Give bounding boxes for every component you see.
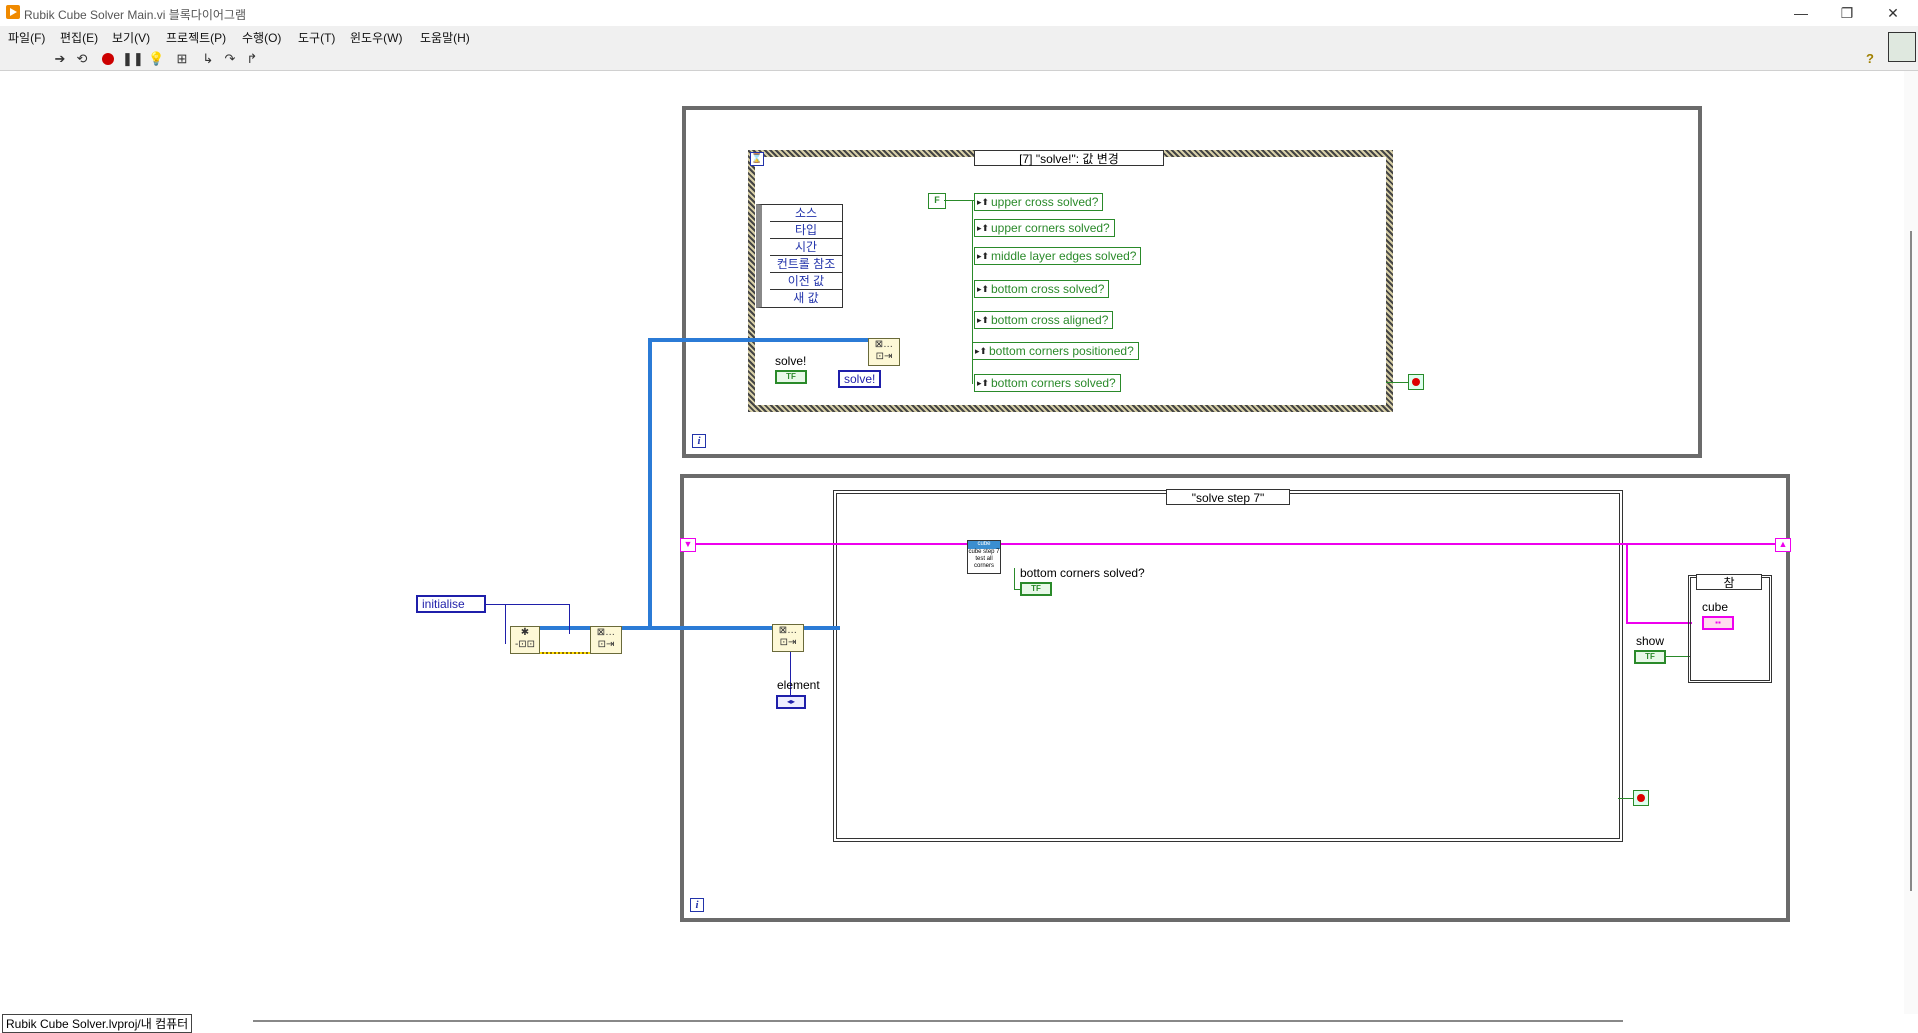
vertical-scrollbar[interactable] xyxy=(1904,71,1918,1016)
close-button[interactable]: ✕ xyxy=(1870,0,1916,26)
show-wire xyxy=(1666,656,1690,657)
event-loop-stop-terminal[interactable] xyxy=(1408,374,1424,390)
property-bottom-corners-solved[interactable]: bottom corners solved? xyxy=(974,374,1121,392)
run-continuously-icon[interactable]: ⟲ xyxy=(74,51,90,67)
event-timeout-icon: ⌛ xyxy=(750,152,764,166)
false-wire xyxy=(944,200,974,201)
show-label: show xyxy=(1636,634,1665,648)
property-upper-corners-solved[interactable]: upper corners solved? xyxy=(974,219,1115,237)
queue-wire-vertical xyxy=(648,338,652,630)
obtain-queue-node[interactable]: ✱ -⊡⊡ xyxy=(510,626,540,654)
property-bottom-cross-aligned[interactable]: bottom cross aligned? xyxy=(974,311,1114,329)
step-out-icon[interactable]: ↱ xyxy=(244,51,260,67)
horizontal-scrollbar[interactable] xyxy=(253,1020,1623,1022)
property-bottom-cross-solved[interactable]: bottom cross solved? xyxy=(974,280,1110,298)
enum-wire-vertical xyxy=(505,604,506,644)
cube-indicator[interactable]: ▪▪ xyxy=(1702,616,1734,630)
property-middle-layer-edges-solved[interactable]: middle layer edges solved? xyxy=(974,247,1142,265)
project-context-label: Rubik Cube Solver.lvproj/내 컴퓨터 xyxy=(2,1014,193,1033)
retain-wire-icon[interactable]: ⊞ xyxy=(174,51,190,67)
event-loop-iteration-terminal: i xyxy=(692,434,706,448)
menu-project[interactable]: 프로젝트(P) xyxy=(166,29,226,46)
cube-step7-subvi[interactable]: cube cube step 7 test all corners xyxy=(967,540,1001,574)
solve-enum-constant[interactable]: solve! xyxy=(838,370,882,388)
shift-register-left: ▼ xyxy=(680,538,696,552)
event-data-newval: 새 값 xyxy=(770,290,842,306)
menu-help[interactable]: 도움말(H) xyxy=(420,29,470,46)
event-data-oldval: 이전 값 xyxy=(770,273,842,290)
property-upper-cross-solved[interactable]: upper cross solved? xyxy=(974,193,1104,211)
menu-window[interactable]: 윈도우(W) xyxy=(350,29,402,46)
enum-wire-horizontal xyxy=(485,604,570,605)
stop-wire xyxy=(1386,382,1410,383)
property-bottom-corners-positioned[interactable]: bottom corners positioned? xyxy=(972,342,1139,360)
menu-file[interactable]: 파일(F) xyxy=(8,29,45,46)
event-data-type: 타입 xyxy=(770,222,842,239)
cube-wire-to-display xyxy=(1626,622,1692,624)
run-arrow-icon[interactable]: ➔ xyxy=(52,51,68,67)
vi-icon xyxy=(1888,32,1916,62)
restore-button[interactable]: ❐ xyxy=(1824,0,1870,26)
main-case-selector[interactable]: "solve step 7" xyxy=(1166,489,1290,505)
bottom-corners-wire-v xyxy=(1014,568,1015,590)
queue-wire-to-event xyxy=(648,338,868,342)
abort-icon[interactable] xyxy=(100,51,116,67)
step-over-icon[interactable]: ↷ xyxy=(222,51,238,67)
main-loop-stop-terminal[interactable] xyxy=(1633,790,1649,806)
menu-tools[interactable]: 도구(T) xyxy=(298,29,335,46)
status-bar xyxy=(0,1014,1918,1031)
window-title: Rubik Cube Solver Main.vi 블록다이어그램 xyxy=(24,8,247,22)
false-constant[interactable]: F xyxy=(928,193,946,209)
event-data-ctlref: 컨트롤 참조 xyxy=(770,256,842,273)
enum-wire-down xyxy=(569,604,570,634)
event-data-source: 소스 xyxy=(770,205,842,222)
event-case-selector[interactable]: [7] "solve!": 값 변경 xyxy=(974,150,1164,166)
title-bar: Rubik Cube Solver Main.vi 블록다이어그램 — ❐ ✕ xyxy=(0,0,1918,26)
cube-wire-down xyxy=(1626,544,1628,624)
solve-boolean-terminal[interactable]: TF xyxy=(775,370,807,384)
initialise-enum-constant[interactable]: initialise xyxy=(416,595,486,613)
minimize-button[interactable]: — xyxy=(1778,0,1824,26)
show-boolean-terminal[interactable]: TF xyxy=(1634,650,1666,664)
step-into-icon[interactable]: ↳ xyxy=(200,51,216,67)
toolbar: ➔ ⟲ ❚❚ 💡 ⊞ ↳ ↷ ↱ ? xyxy=(0,32,1918,71)
menu-operate[interactable]: 수행(O) xyxy=(242,29,281,46)
enqueue-initialise-node[interactable]: ⊠… ⊡⇥ xyxy=(590,626,622,654)
element-label: element xyxy=(777,678,820,692)
event-data-time: 시간 xyxy=(770,239,842,256)
error-cluster-wire xyxy=(538,652,598,654)
bottom-corners-solved-label: bottom corners solved? xyxy=(1020,566,1145,580)
main-loop-iteration-terminal: i xyxy=(690,898,704,912)
shift-register-right: ▲ xyxy=(1775,538,1791,552)
cube-indicator-label: cube xyxy=(1702,600,1729,614)
event-data-node[interactable]: 소스 타입 시간 컨트롤 참조 이전 값 새 값 xyxy=(756,204,843,308)
bottom-corners-solved-indicator[interactable]: TF xyxy=(1020,582,1052,596)
menu-edit[interactable]: 편집(E) xyxy=(60,29,98,46)
enqueue-element-node[interactable]: ⊠… ⊡⇥ xyxy=(868,338,900,366)
pause-icon[interactable]: ❚❚ xyxy=(122,51,144,67)
menu-bar: 파일(F) 편집(E) 보기(V) 프로젝트(P) 수행(O) 도구(T) 윈도… xyxy=(0,26,1918,48)
menu-view[interactable]: 보기(V) xyxy=(112,29,150,46)
vertical-scroll-thumb[interactable] xyxy=(1910,231,1912,891)
dequeue-element-node[interactable]: ⊠… ⊡⇥ xyxy=(772,624,804,652)
cube-shift-register-wire xyxy=(686,543,1786,545)
labview-app-icon xyxy=(6,5,20,19)
element-indicator[interactable]: ◂▸ xyxy=(776,695,806,709)
highlight-bulb-icon[interactable]: 💡 xyxy=(148,51,164,67)
context-help-icon[interactable]: ? xyxy=(1862,51,1878,67)
cube-step7-subvi-text: cube step 7 test all corners xyxy=(968,549,1000,569)
solve-control-label: solve! xyxy=(775,354,807,368)
show-case-selector[interactable]: 참 xyxy=(1696,574,1762,590)
